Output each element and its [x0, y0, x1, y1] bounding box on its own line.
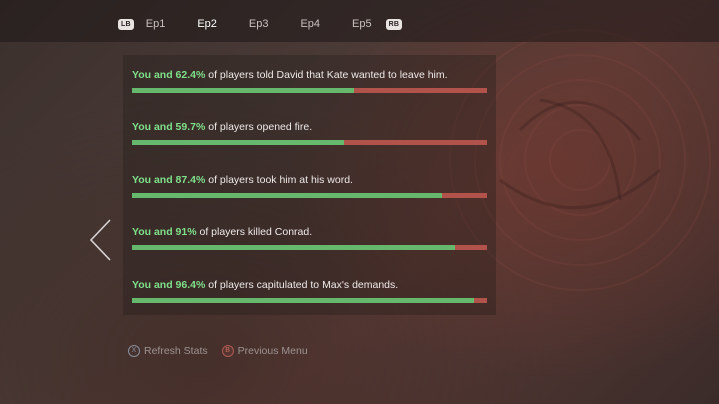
stat-description: of players told David that Kate wanted t…: [205, 69, 448, 81]
stat-highlight: You and 62.4%: [132, 69, 206, 81]
stat-item-2: You and 59.7% of players opened fire.: [132, 120, 488, 145]
stat-bar: [132, 140, 487, 145]
stat-bar: [132, 193, 487, 198]
tab-ep3[interactable]: Ep3: [249, 18, 269, 30]
episode-tabs: LB Ep1 Ep2 Ep3 Ep4 Ep5 RB: [118, 13, 403, 35]
stat-highlight: You and 96.4%: [132, 279, 206, 291]
stat-text: You and 96.4% of players capitulated to …: [132, 278, 488, 292]
lb-button-icon[interactable]: LB: [118, 18, 134, 30]
stat-item-4: You and 91% of players killed Conrad.: [132, 225, 488, 250]
footer-controls: X Refresh Stats B Previous Menu: [128, 345, 322, 357]
tab-ep2[interactable]: Ep2: [197, 18, 217, 30]
previous-menu-label: Previous Menu: [237, 345, 308, 357]
stat-description: of players opened fire.: [205, 121, 313, 133]
stat-description: of players killed Conrad.: [196, 226, 313, 238]
chevron-left-icon[interactable]: [88, 218, 114, 262]
episode-tab-bar: LB Ep1 Ep2 Ep3 Ep4 Ep5 RB: [0, 0, 719, 42]
stat-text: You and 62.4% of players told David that…: [132, 68, 488, 82]
stat-bar-fill: [132, 245, 456, 250]
tab-ep4[interactable]: Ep4: [300, 18, 320, 30]
stat-bar: [132, 298, 487, 303]
x-button-icon: X: [128, 345, 140, 357]
tab-ep5[interactable]: Ep5: [352, 18, 372, 30]
stat-bar-fill: [132, 298, 475, 303]
stat-description: of players took him at his word.: [205, 174, 353, 186]
stat-bar: [132, 245, 487, 250]
b-button-icon: B: [221, 345, 234, 357]
previous-menu-button[interactable]: B Previous Menu: [221, 345, 308, 357]
stat-text: You and 59.7% of players opened fire.: [132, 120, 488, 134]
stat-bar-fill: [132, 193, 443, 198]
refresh-stats-button[interactable]: X Refresh Stats: [128, 345, 208, 357]
stat-text: You and 91% of players killed Conrad.: [132, 225, 488, 239]
stat-text: You and 87.4% of players took him at his…: [132, 173, 488, 187]
stat-bar: [132, 88, 487, 93]
refresh-stats-label: Refresh Stats: [144, 345, 208, 357]
stat-highlight: You and 87.4%: [132, 174, 206, 186]
stat-item-1: You and 62.4% of players told David that…: [132, 68, 488, 93]
stat-item-5: You and 96.4% of players capitulated to …: [132, 278, 488, 303]
stat-item-3: You and 87.4% of players took him at his…: [132, 173, 488, 198]
rb-button-icon[interactable]: RB: [385, 18, 403, 30]
stat-bar-fill: [132, 140, 344, 145]
stat-description: of players capitulated to Max's demands.: [205, 279, 399, 291]
stat-bar-fill: [132, 88, 354, 93]
stat-highlight: You and 91%: [132, 226, 197, 238]
stat-highlight: You and 59.7%: [132, 121, 206, 133]
tab-ep1[interactable]: Ep1: [146, 18, 166, 30]
